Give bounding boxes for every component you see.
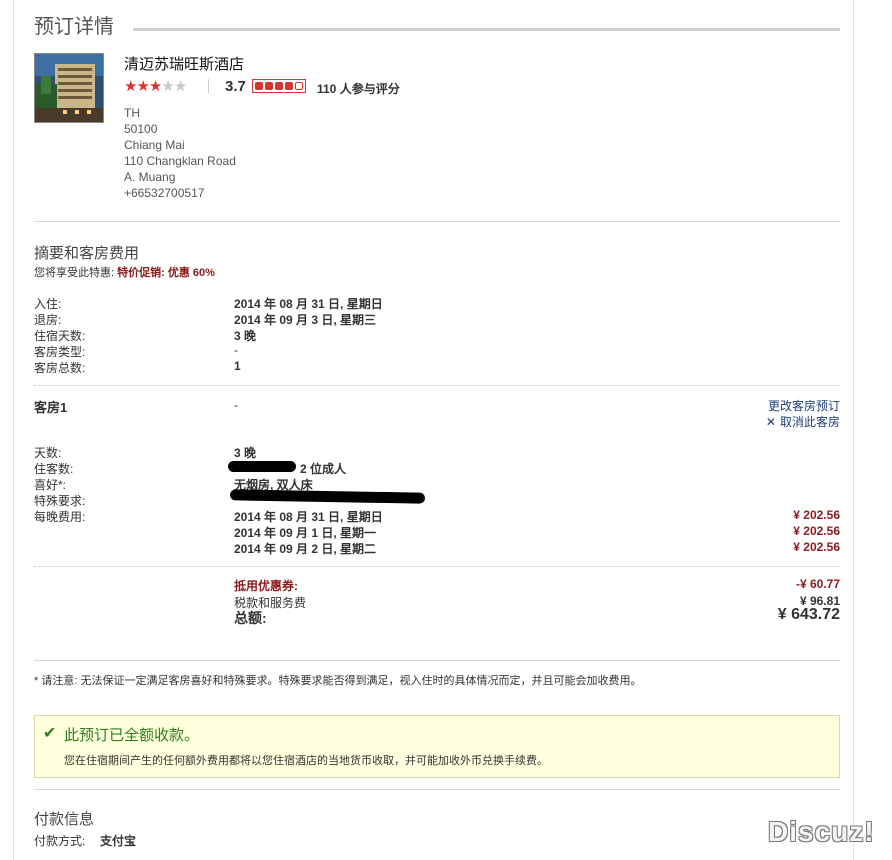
score-dot-empty-icon	[295, 82, 303, 90]
rating-divider	[208, 79, 209, 93]
promo-line: 您将享受此特惠: 特价促销: 优惠 60%	[34, 264, 215, 280]
dotted-divider	[34, 566, 840, 567]
coupon-label: 抵用优惠券:	[234, 579, 298, 593]
review-count[interactable]: 110 人参与评分	[317, 80, 400, 97]
room-type-label: 客房类型:	[34, 345, 86, 359]
page-title: 预订详情	[34, 16, 114, 38]
address-country: TH	[124, 106, 140, 120]
hotel-name[interactable]: 清迈苏瑞旺斯酒店	[124, 53, 244, 74]
cancel-room-link[interactable]: ✕ 取消此客房	[766, 413, 840, 430]
preference-label: 喜好*:	[34, 478, 67, 492]
guests-value: 2 位成人	[300, 462, 347, 476]
room-title: 客房1	[34, 400, 68, 415]
address-street: 110 Changklan Road	[124, 154, 236, 168]
nightly-rate-label: 每晚费用:	[34, 510, 86, 524]
promo-discount-label: 优惠	[167, 267, 190, 279]
score-dot-icon	[265, 82, 273, 90]
nightly-date-1: 2014 年 08 月 31 日, 星期日	[234, 510, 383, 524]
checkin-label: 入住:	[34, 297, 62, 311]
address-district: A. Muang	[124, 170, 176, 184]
summary-title: 摘要和客房费用	[34, 245, 140, 262]
promo-discount-pct: 60%	[192, 267, 215, 279]
checkmark-icon: ✔	[43, 725, 57, 742]
payment-title: 付款信息	[34, 811, 95, 828]
star-icon: ★	[124, 78, 137, 95]
redaction-mark	[228, 461, 296, 472]
nightly-price-2: ¥ 202.56	[793, 524, 840, 538]
disclaimer-note: * 请注意: 无法保证一定满足客房喜好和特殊要求。特殊要求能否得到满足，视入住时…	[34, 675, 642, 687]
nightly-date-3: 2014 年 09 月 2 日, 星期二	[234, 542, 377, 556]
score-dot-icon	[255, 82, 263, 90]
stay-nights-value: 3 晚	[234, 329, 257, 343]
section-divider	[34, 789, 840, 790]
total-label: 总额:	[234, 610, 267, 626]
nights-label: 天数:	[34, 446, 62, 460]
close-icon: ✕	[765, 415, 776, 429]
review-score-bar	[252, 79, 306, 93]
guests-label: 住客数:	[34, 462, 74, 476]
total-value: ¥ 643.72	[777, 606, 840, 623]
score-dot-icon	[275, 82, 283, 90]
address-postcode: 50100	[124, 122, 158, 136]
title-divider	[133, 28, 840, 31]
section-divider	[34, 221, 840, 222]
payment-method-label: 付款方式:	[34, 834, 86, 848]
hotel-photo[interactable]	[34, 53, 104, 123]
stay-nights-label: 住宿天数:	[34, 329, 86, 343]
checkout-label: 退房:	[34, 313, 62, 327]
promo-name: 特价促销:	[117, 267, 165, 279]
star-empty-icon: ★	[161, 78, 174, 95]
checkout-value: 2014 年 09 月 3 日, 星期三	[234, 313, 377, 327]
dotted-divider	[34, 385, 840, 386]
nightly-price-1: ¥ 202.56	[793, 508, 840, 522]
hotel-star-rating: ★★★★★	[124, 77, 187, 95]
nightly-date-2: 2014 年 09 月 1 日, 星期一	[234, 526, 377, 540]
star-icon: ★	[148, 78, 162, 95]
star-icon: ★	[136, 78, 149, 95]
checkin-value: 2014 年 08 月 31 日, 星期日	[234, 297, 383, 311]
payment-method-value: 支付宝	[100, 834, 137, 848]
room-count-label: 客房总数:	[34, 361, 86, 375]
score-dot-icon	[285, 82, 293, 90]
room-count-value: 1	[234, 359, 241, 373]
hotel-phone: +66532700517	[124, 186, 205, 200]
cancel-room-label: 取消此客房	[779, 415, 840, 429]
paid-notice-body: 您在住宿期间产生的任何额外费用都将以您住宿酒店的当地货币收取，并可能加收外币兑换…	[64, 755, 548, 767]
coupon-value: -¥ 60.77	[795, 577, 840, 591]
hotel-photo-image	[35, 54, 103, 122]
review-score: 3.7	[225, 78, 246, 95]
room-type-dash: -	[234, 398, 238, 412]
section-divider	[34, 660, 840, 661]
promo-prefix: 您将享受此特惠:	[34, 267, 115, 279]
special-request-label: 特殊要求:	[34, 494, 86, 508]
change-room-link[interactable]: 更改客房预订	[768, 397, 840, 414]
star-empty-icon: ★	[173, 78, 187, 95]
paid-notice-title: 此预订已全额收款。	[64, 727, 200, 744]
nights-value: 3 晚	[234, 446, 257, 460]
address-city: Chiang Mai	[124, 138, 185, 152]
nightly-price-3: ¥ 202.56	[793, 540, 840, 554]
room-type-value: -	[234, 343, 238, 357]
watermark-logo: Discuz!	[768, 816, 875, 847]
